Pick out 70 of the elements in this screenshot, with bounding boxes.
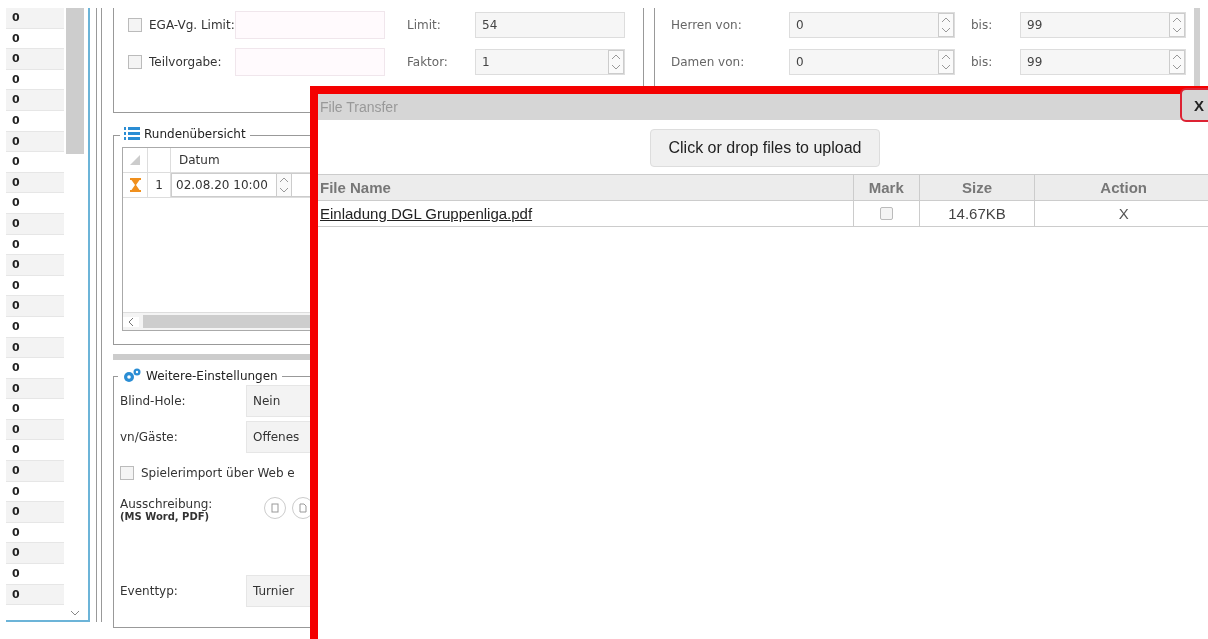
number-field[interactable]: 99: [1020, 49, 1186, 75]
column-header: File Name: [318, 175, 854, 200]
document-icon: [296, 501, 310, 515]
checkbox[interactable]: [120, 466, 134, 480]
spinner[interactable]: [275, 173, 292, 197]
table-cell: 14.67KB: [919, 201, 1036, 226]
file-link[interactable]: Einladung DGL Gruppenliga.pdf: [320, 205, 533, 222]
table-cell: 0: [6, 584, 64, 606]
field-note: (MS Word, PDF): [120, 511, 211, 522]
field-label: Teilvorgabe:: [149, 55, 223, 69]
date-field[interactable]: 02.08.20 10:00: [171, 173, 311, 197]
field-label: vn/Gäste:: [120, 430, 179, 444]
checkbox[interactable]: [879, 207, 893, 220]
spinner[interactable]: [938, 13, 954, 37]
upload-button[interactable]: Click or drop files to upload: [649, 129, 881, 167]
table-cell: 0: [6, 543, 64, 565]
close-button[interactable]: X: [1180, 88, 1208, 122]
table-cell: 0: [6, 296, 64, 317]
column-header: Datum: [178, 152, 221, 169]
input-field[interactable]: [235, 48, 385, 76]
table-cell: 0: [6, 461, 64, 482]
table-cell: 0: [6, 49, 64, 70]
input-field[interactable]: [235, 11, 385, 39]
column-header: Size: [919, 175, 1036, 200]
field-label: bis:: [971, 18, 994, 32]
checkbox-label: Spielerimport über Web e: [141, 466, 295, 480]
table-cell: 0: [6, 337, 64, 359]
number-field[interactable]: 99: [1020, 12, 1186, 38]
spinner[interactable]: [608, 50, 624, 74]
input-field[interactable]: 1: [475, 49, 625, 75]
column-header: Action: [1099, 178, 1149, 198]
field-label: Eventtyp:: [120, 584, 179, 598]
field-label: EGA-Vg. Limit:: [149, 18, 235, 32]
file-icon: [268, 501, 282, 515]
table-cell: 0: [6, 419, 64, 441]
hourglass-icon: [129, 178, 141, 192]
scroll-thumb[interactable]: [66, 8, 84, 154]
spinner[interactable]: [938, 50, 954, 74]
delete-button[interactable]: X: [1118, 205, 1129, 222]
field-label: Damen von:: [671, 55, 746, 69]
group-title: Weitere-Einstellungen: [146, 368, 278, 383]
table-cell: 0: [6, 213, 64, 235]
field-label: Ausschreibung:: [120, 497, 214, 511]
chevron-left-icon[interactable]: [128, 316, 134, 327]
input-field[interactable]: 54: [475, 12, 625, 38]
table-cell: 0: [6, 8, 64, 29]
table-cell: 1: [148, 173, 171, 197]
number-field[interactable]: 0: [789, 49, 955, 75]
spinner[interactable]: [1169, 13, 1185, 37]
column-header: Mark: [853, 175, 920, 200]
list-icon: [124, 127, 140, 141]
table-cell: 0: [6, 172, 64, 194]
spinner[interactable]: [1169, 50, 1185, 74]
table-cell: 0: [6, 90, 64, 111]
dialog-title: File Transfer: [319, 99, 398, 115]
table-cell: 0: [6, 255, 64, 276]
field-label: Limit:: [407, 18, 442, 32]
field-label: Herren von:: [671, 18, 743, 32]
checkbox[interactable]: [128, 55, 142, 69]
checkbox[interactable]: [128, 18, 142, 32]
table-cell: 0: [6, 502, 64, 523]
number-field[interactable]: 0: [789, 12, 955, 38]
table-cell: 0: [6, 378, 64, 400]
chevron-down-icon[interactable]: [70, 610, 80, 616]
field-label: Faktor:: [407, 55, 449, 69]
group-title: Rundenübersicht: [144, 127, 246, 141]
corner-icon: [130, 155, 140, 165]
field-label: bis:: [971, 55, 994, 69]
table-cell: 0: [6, 131, 64, 153]
field-label: Blind-Hole:: [120, 394, 187, 408]
